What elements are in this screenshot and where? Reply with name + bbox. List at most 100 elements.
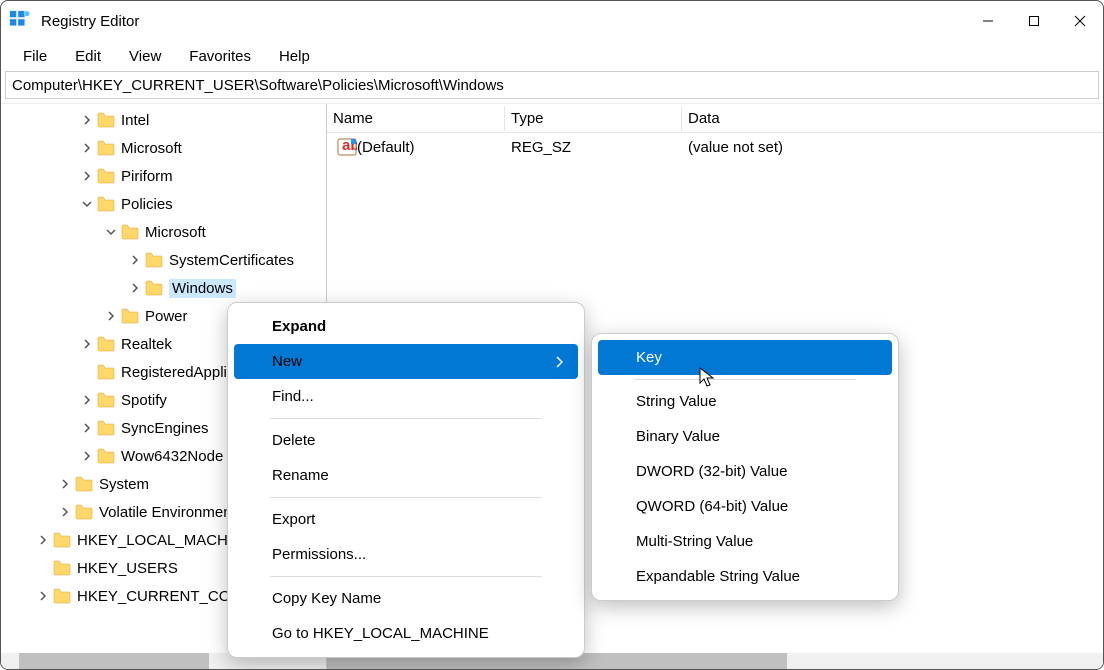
folder-icon — [97, 336, 115, 352]
menu-view[interactable]: View — [115, 46, 175, 67]
menu-help[interactable]: Help — [265, 46, 324, 67]
chevron-right-icon[interactable] — [79, 448, 95, 464]
ctx-goto-hklm[interactable]: Go to HKEY_LOCAL_MACHINE — [234, 616, 578, 651]
ctx-expand[interactable]: Expand — [234, 309, 578, 344]
folder-icon — [97, 140, 115, 156]
close-button[interactable] — [1057, 1, 1103, 41]
folder-icon — [121, 224, 139, 240]
tree-item[interactable]: Policies — [1, 190, 326, 218]
menu-favorites[interactable]: Favorites — [175, 46, 265, 67]
value-type: REG_SZ — [505, 137, 682, 158]
separator — [270, 576, 542, 577]
ctx-new-qword[interactable]: QWORD (64-bit) Value — [598, 489, 892, 524]
ctx-new-expandable[interactable]: Expandable String Value — [598, 559, 892, 594]
titlebar: Registry Editor — [1, 1, 1103, 41]
col-name[interactable]: Name — [327, 106, 505, 131]
address-text: Computer\HKEY_CURRENT_USER\Software\Poli… — [12, 77, 504, 94]
chevron-right-icon[interactable] — [103, 308, 119, 324]
folder-icon — [97, 392, 115, 408]
chevron-blank — [35, 560, 51, 576]
chevron-right-icon[interactable] — [127, 252, 143, 268]
tree-item-label: Realtek — [121, 336, 172, 353]
menu-edit[interactable]: Edit — [61, 46, 115, 67]
tree-item[interactable]: Microsoft — [1, 218, 326, 246]
folder-icon — [121, 308, 139, 324]
folder-icon — [75, 476, 93, 492]
chevron-right-icon[interactable] — [79, 168, 95, 184]
chevron-down-icon[interactable] — [103, 224, 119, 240]
tree-item-label: Wow6432Node — [121, 448, 223, 465]
folder-icon — [53, 532, 71, 548]
folder-icon — [145, 252, 163, 268]
tree-item[interactable]: Intel — [1, 106, 326, 134]
folder-icon — [97, 420, 115, 436]
ctx-new-binary[interactable]: Binary Value — [598, 419, 892, 454]
maximize-button[interactable] — [1011, 1, 1057, 41]
window-title: Registry Editor — [41, 13, 139, 30]
menu-file[interactable]: File — [9, 46, 61, 67]
chevron-down-icon[interactable] — [79, 196, 95, 212]
tree-item-label: Volatile Environment — [99, 504, 236, 521]
folder-icon — [145, 280, 163, 296]
registry-editor-window: Registry Editor File Edit View Favorites… — [0, 0, 1104, 670]
ctx-export[interactable]: Export — [234, 502, 578, 537]
chevron-right-icon[interactable] — [35, 532, 51, 548]
chevron-right-icon[interactable] — [79, 336, 95, 352]
folder-icon — [97, 364, 115, 380]
tree-item-label: Microsoft — [121, 140, 182, 157]
folder-icon — [53, 588, 71, 604]
value-data: (value not set) — [682, 137, 1103, 158]
chevron-right-icon[interactable] — [79, 420, 95, 436]
ctx-permissions[interactable]: Permissions... — [234, 537, 578, 572]
tree-item[interactable]: Piriform — [1, 162, 326, 190]
tree-item-label: Power — [145, 308, 188, 325]
chevron-right-icon[interactable] — [57, 504, 73, 520]
ctx-rename[interactable]: Rename — [234, 458, 578, 493]
ctx-new[interactable]: New — [234, 344, 578, 379]
value-name: (Default) — [357, 139, 415, 156]
tree-item-label: System — [99, 476, 149, 493]
context-menu: Expand New Find... Delete Rename Export … — [227, 302, 585, 658]
tree-item-label: SystemCertificates — [169, 252, 294, 269]
separator — [634, 379, 856, 380]
folder-icon — [97, 196, 115, 212]
chevron-right-icon[interactable] — [57, 476, 73, 492]
tree-item-label: SyncEngines — [121, 420, 209, 437]
window-controls — [965, 1, 1103, 41]
chevron-right-icon[interactable] — [79, 112, 95, 128]
tree-item-label: Spotify — [121, 392, 167, 409]
ctx-find[interactable]: Find... — [234, 379, 578, 414]
tree-item-label: Policies — [121, 196, 173, 213]
tree-item-label: HKEY_USERS — [77, 560, 178, 577]
address-bar[interactable]: Computer\HKEY_CURRENT_USER\Software\Poli… — [5, 71, 1099, 99]
minimize-button[interactable] — [965, 1, 1011, 41]
ctx-copy-key-name[interactable]: Copy Key Name — [234, 581, 578, 616]
tree-item-label: Microsoft — [145, 224, 206, 241]
menubar: File Edit View Favorites Help — [1, 41, 1103, 71]
ctx-new-dword[interactable]: DWORD (32-bit) Value — [598, 454, 892, 489]
string-value-icon: ab — [337, 138, 357, 156]
cursor-icon — [699, 367, 717, 389]
ctx-new-multistring[interactable]: Multi-String Value — [598, 524, 892, 559]
value-row[interactable]: ab (Default) REG_SZ (value not set) — [327, 133, 1103, 161]
folder-icon — [97, 448, 115, 464]
ctx-new-key[interactable]: Key — [598, 340, 892, 375]
ctx-new-string[interactable]: String Value — [598, 384, 892, 419]
folder-icon — [75, 504, 93, 520]
folder-icon — [97, 112, 115, 128]
col-type[interactable]: Type — [505, 106, 682, 131]
separator — [270, 418, 542, 419]
chevron-right-icon[interactable] — [35, 588, 51, 604]
chevron-right-icon[interactable] — [127, 280, 143, 296]
tree-item-label: Piriform — [121, 168, 173, 185]
tree-item[interactable]: Windows — [1, 274, 326, 302]
ctx-delete[interactable]: Delete — [234, 423, 578, 458]
folder-icon — [53, 560, 71, 576]
chevron-right-icon[interactable] — [79, 392, 95, 408]
tree-item[interactable]: Microsoft — [1, 134, 326, 162]
chevron-right-icon[interactable] — [79, 140, 95, 156]
tree-item[interactable]: SystemCertificates — [1, 246, 326, 274]
values-header: Name Type Data — [327, 104, 1103, 133]
col-data[interactable]: Data — [682, 106, 1103, 131]
separator — [270, 497, 542, 498]
